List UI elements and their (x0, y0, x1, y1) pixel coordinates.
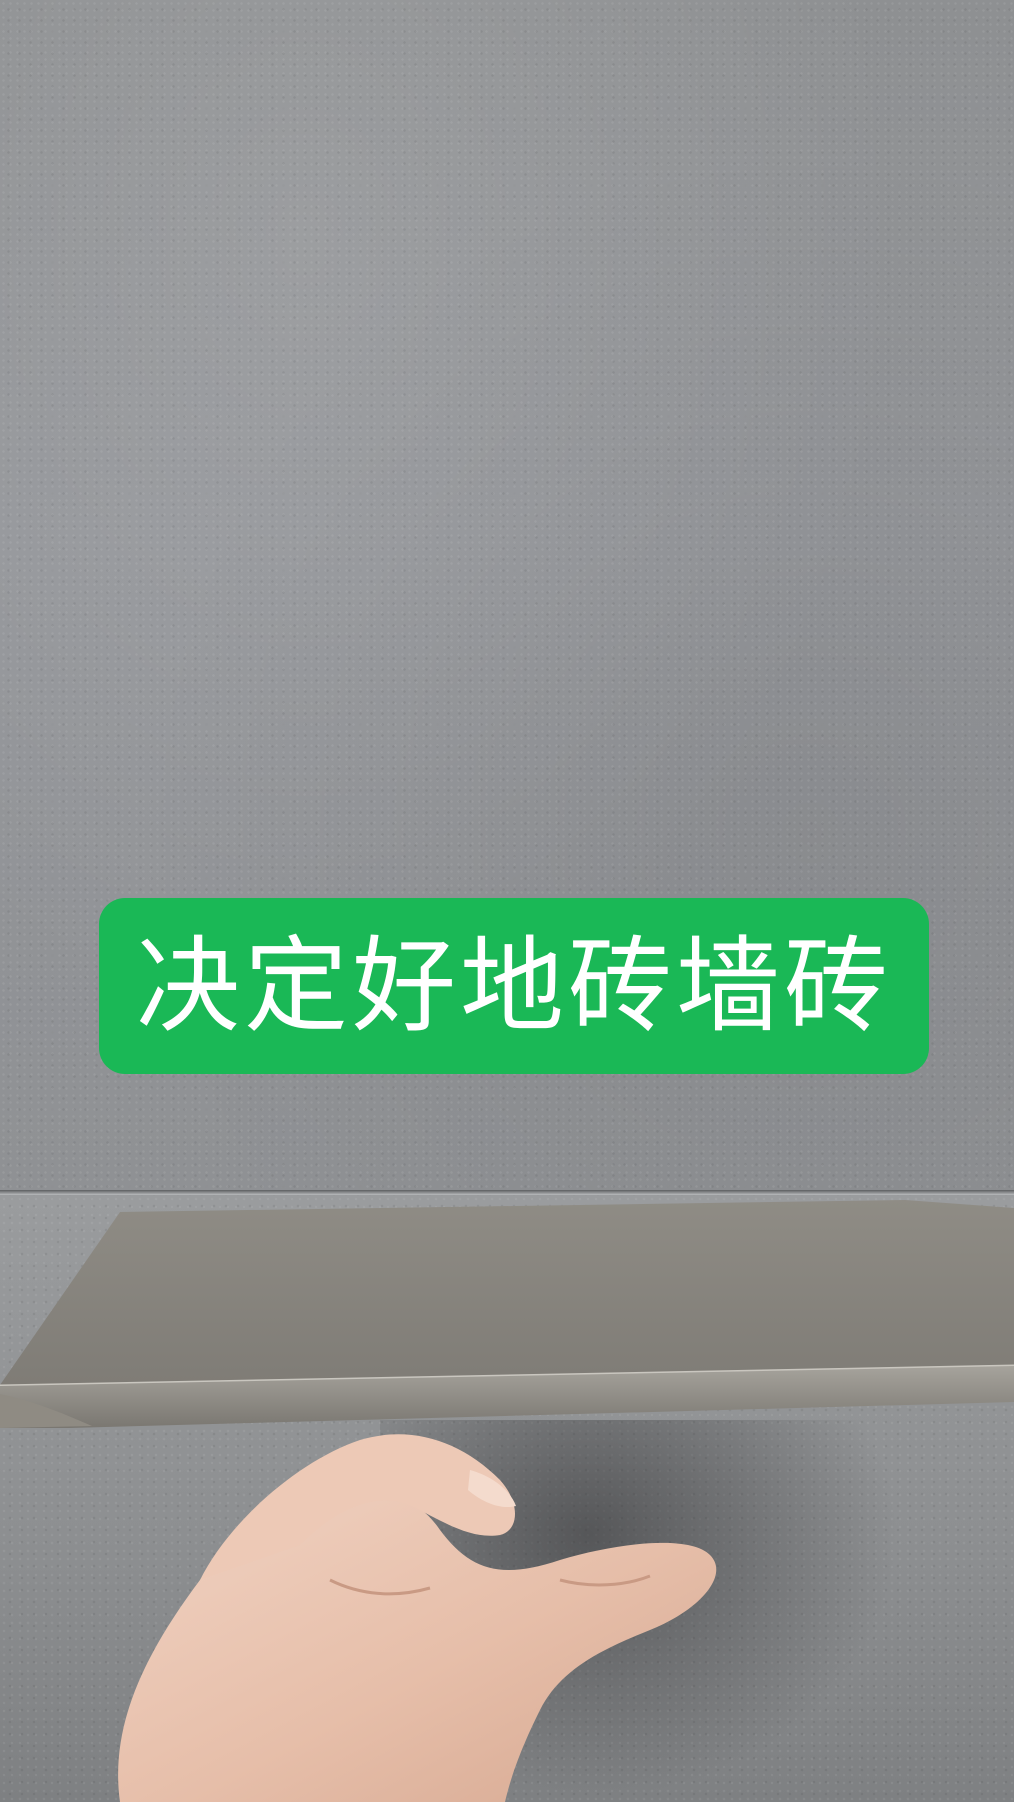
palm (118, 1487, 717, 1802)
hand (118, 1434, 717, 1802)
title-banner: 决定好地砖墙砖 (99, 898, 929, 1074)
banner-text: 决定好地砖墙砖 (135, 925, 892, 1047)
photo-scene: 决定好地砖墙砖 (0, 0, 1014, 1802)
